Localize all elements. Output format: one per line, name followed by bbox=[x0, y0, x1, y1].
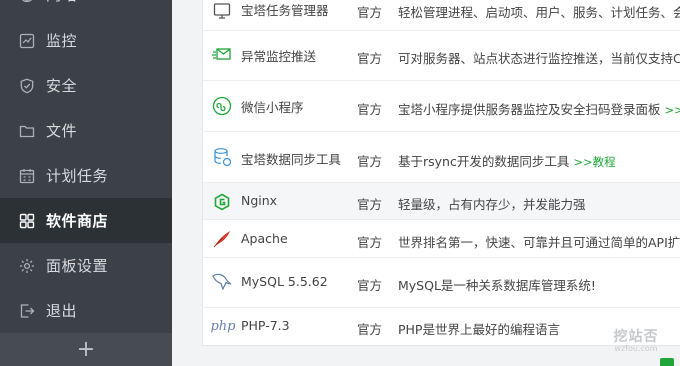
alert-push-icon bbox=[211, 43, 233, 65]
sidebar-item-label: 面板设置 bbox=[46, 257, 109, 275]
sidebar-item-label: 文件 bbox=[46, 122, 78, 140]
nginx-icon bbox=[211, 191, 233, 213]
plugin-desc: 轻松管理进程、启动项、用户、服务、计划任务、会话 bbox=[398, 5, 680, 20]
wechat-miniprogram-icon bbox=[211, 95, 233, 117]
globe-icon bbox=[19, 0, 35, 3]
plugin-name: MySQL 5.5.62 bbox=[241, 274, 328, 289]
database-sync-icon bbox=[211, 146, 233, 168]
mysql-dolphin-icon bbox=[211, 270, 233, 292]
logout-icon bbox=[19, 303, 35, 319]
sidebar-item-label: 计划任务 bbox=[46, 167, 109, 185]
folder-icon bbox=[19, 123, 35, 139]
sidebar-item-label: 软件商店 bbox=[46, 212, 109, 230]
sidebar-item-logout[interactable]: 退出 bbox=[0, 288, 172, 333]
sidebar-item-cron[interactable]: 计划任务 bbox=[0, 153, 172, 198]
watermark-url: wzfou.com bbox=[614, 344, 658, 353]
shield-icon bbox=[19, 78, 35, 94]
pagination-button[interactable] bbox=[660, 358, 674, 366]
grid-icon bbox=[19, 213, 35, 229]
plugin-desc: 世界排名第一，快速、可靠并且可通过简单的API扩充 bbox=[398, 235, 680, 250]
plugin-type: 官方 bbox=[357, 235, 383, 250]
monitor-icon bbox=[19, 33, 35, 49]
plugin-type: 官方 bbox=[357, 322, 383, 337]
plugin-name: Apache bbox=[241, 231, 288, 246]
table-row[interactable]: Nginx 官方 轻量级，占有内存少，并发能力强 bbox=[203, 183, 680, 220]
sidebar-item-label: 退出 bbox=[46, 302, 78, 320]
sidebar-item-monitor[interactable]: 监控 bbox=[0, 18, 172, 63]
sidebar-item-label: 网站 bbox=[46, 0, 77, 5]
sidebar-item-panel-settings[interactable]: 面板设置 bbox=[0, 243, 172, 288]
tutorial-link[interactable]: >>教 bbox=[665, 103, 680, 117]
plugin-desc: 轻量级，占有内存少，并发能力强 bbox=[398, 197, 586, 212]
plugin-name: 异常监控推送 bbox=[241, 49, 317, 64]
plugin-type: 官方 bbox=[357, 51, 383, 66]
plugin-table: 宝塔任务管理器 官方 轻松管理进程、启动项、用户、服务、计划任务、会话 异常监控… bbox=[202, 0, 680, 346]
table-row[interactable]: 宝塔任务管理器 官方 轻松管理进程、启动项、用户、服务、计划任务、会话 bbox=[203, 0, 680, 31]
task-manager-icon bbox=[211, 0, 233, 22]
plugin-type: 官方 bbox=[357, 154, 383, 169]
sidebar-item-security[interactable]: 安全 bbox=[0, 63, 172, 108]
plugin-desc: PHP是世界上最好的编程语言 bbox=[398, 322, 560, 337]
plugin-type: 官方 bbox=[357, 278, 383, 293]
sidebar-item-app-store[interactable]: 软件商店 bbox=[0, 198, 172, 243]
sidebar-item-label: 安全 bbox=[46, 77, 78, 95]
table-row[interactable]: MySQL 5.5.62 官方 MySQL是一种关系数据库管理系统! bbox=[203, 258, 680, 308]
php-icon: php bbox=[210, 318, 236, 334]
sidebar-item-label: 监控 bbox=[46, 32, 78, 50]
table-row[interactable]: Apache 官方 世界排名第一，快速、可靠并且可通过简单的API扩充 bbox=[203, 220, 680, 258]
plugin-name: 宝塔数据同步工具 bbox=[241, 152, 342, 167]
watermark: 挖站否 wzfou.com bbox=[596, 326, 676, 356]
plugin-name: 微信小程序 bbox=[241, 100, 304, 115]
plugin-type: 官方 bbox=[357, 197, 383, 212]
content-gutter bbox=[172, 0, 194, 366]
add-button[interactable]: + bbox=[0, 333, 172, 366]
table-row[interactable]: 宝塔数据同步工具 官方 基于rsync开发的数据同步工具 >>教程 bbox=[203, 132, 680, 183]
tutorial-link[interactable]: >>教程 bbox=[573, 155, 615, 169]
plugin-desc: 可对服务器、站点状态进行监控推送，当前仅支持Cen bbox=[398, 51, 680, 66]
plugin-name: PHP-7.3 bbox=[241, 318, 290, 333]
plugin-type: 官方 bbox=[357, 102, 383, 117]
sidebar-item-files[interactable]: 文件 bbox=[0, 108, 172, 153]
plus-icon: + bbox=[76, 337, 96, 362]
plugin-name: 宝塔任务管理器 bbox=[241, 3, 329, 18]
table-row[interactable]: 微信小程序 官方 宝塔小程序提供服务器监控及安全扫码登录面板 >>教 bbox=[203, 81, 680, 132]
sidebar: 网站 监控 安全 文件 计划任务 软件商店 面板设置 bbox=[0, 0, 172, 366]
plugin-desc: 基于rsync开发的数据同步工具 >>教程 bbox=[398, 154, 616, 169]
plugin-desc: 宝塔小程序提供服务器监控及安全扫码登录面板 >>教 bbox=[398, 99, 680, 118]
calendar-icon bbox=[19, 168, 35, 184]
plugin-type: 官方 bbox=[357, 5, 383, 20]
plugin-name: Nginx bbox=[241, 193, 278, 208]
gear-icon bbox=[19, 258, 35, 274]
apache-feather-icon bbox=[211, 228, 233, 250]
sidebar-item-website[interactable]: 网站 bbox=[0, 0, 172, 17]
table-row[interactable]: 异常监控推送 官方 可对服务器、站点状态进行监控推送，当前仅支持Cen bbox=[203, 31, 680, 81]
plugin-desc: MySQL是一种关系数据库管理系统! bbox=[398, 278, 596, 293]
watermark-title: 挖站否 bbox=[613, 329, 659, 345]
